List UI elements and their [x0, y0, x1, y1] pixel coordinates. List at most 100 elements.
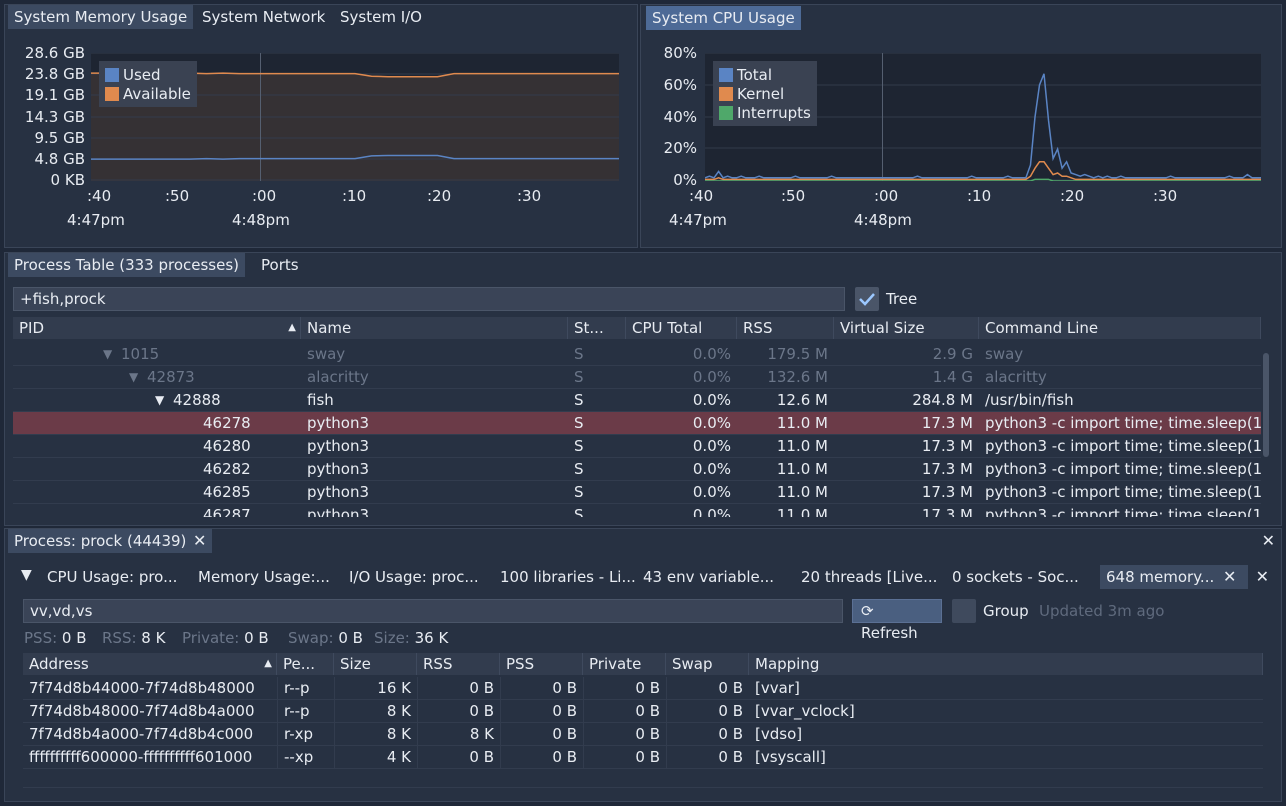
col-size[interactable]: Size	[334, 653, 417, 675]
subtab-item[interactable]: 0 sockets - Soc...	[952, 565, 1079, 589]
subtab-item[interactable]: Memory Usage:...	[198, 565, 330, 589]
subtab-bar: ▼ CPU Usage: pro... Memory Usage:... I/O U…	[13, 565, 1277, 589]
cell-pid: 46287	[13, 504, 301, 517]
memory-map-filter-input[interactable]: vv,vd,vs	[23, 599, 843, 623]
cell-swap: 0 B	[666, 700, 749, 722]
cell-mapping: [vsyscall]	[755, 748, 826, 766]
table-row[interactable]: ▼ 42888 fish S 0.0% 12.6 M 284.8 M/usr/bin/fis…	[13, 389, 1261, 412]
subtab-item[interactable]: 100 libraries - Li...	[500, 565, 636, 589]
col-address-label: Address	[29, 655, 89, 673]
col-mapping[interactable]: Mapping	[749, 653, 1263, 675]
tree-collapse-icon[interactable]: ▼	[103, 343, 112, 365]
col-name[interactable]: Name	[301, 317, 568, 339]
tree-checkbox[interactable]	[855, 287, 879, 311]
cpu-x-sub: 4:48pm	[854, 211, 912, 229]
close-panel-icon[interactable]: ✕	[1262, 531, 1275, 550]
cell-vsize: 17.3 M	[921, 414, 973, 432]
cell-vsize: 2.9 G	[932, 345, 973, 363]
updated-label: Updated 3m ago	[1039, 602, 1165, 620]
summary-value: 8 K	[141, 629, 166, 647]
cell-rss: 132.6 M	[767, 368, 828, 386]
col-virtual-size[interactable]: Virtual Size	[834, 317, 979, 339]
table-row[interactable]: 46282 python3 S 0.0% 11.0 M 17.3 M python3 -c …	[13, 458, 1261, 481]
process-filter-input[interactable]: +fish,prock	[13, 287, 845, 311]
legend-available: Available	[123, 84, 191, 103]
memory-x-tick: :40	[87, 187, 112, 205]
cell-perm: r--p	[277, 677, 334, 699]
cell-rss: 11.0 M	[776, 506, 828, 517]
col-swap[interactable]: Swap	[666, 653, 749, 675]
cell-mapping: [vvar_vclock]	[755, 702, 855, 720]
group-label: Group	[983, 602, 1029, 620]
table-row[interactable]: 46280 python3 S 0.0% 11.0 M 17.3 M python3 -c …	[13, 435, 1261, 458]
memory-y-tick: 28.6 GB	[24, 44, 85, 62]
table-row[interactable]: ffffffffff600000-ffffffffff601000 --xp 4 K…	[23, 746, 1263, 769]
cell-pid: 46282	[13, 458, 301, 480]
tree-collapse-icon[interactable]: ▼	[129, 366, 138, 388]
tab-ports[interactable]: Ports	[255, 253, 305, 277]
cell-name: fish	[307, 391, 334, 409]
close-active-subtab-icon[interactable]: ✕	[1223, 567, 1236, 586]
subtab-item[interactable]: 43 env variable...	[643, 565, 774, 589]
close-tab-icon[interactable]: ✕	[193, 529, 206, 553]
subtab-item[interactable]: CPU Usage: pro...	[47, 565, 177, 589]
col-rss[interactable]: RSS	[737, 317, 834, 339]
col-private[interactable]: Private	[583, 653, 666, 675]
process-table-header: PID ▲ Name St... CPU Total RSS Virtual Si…	[13, 317, 1261, 339]
cell-rss: 0 B	[417, 677, 500, 699]
memory-y-tick: 9.5 GB	[34, 129, 85, 147]
cell-perm: r--p	[277, 700, 334, 722]
cell-state: S	[574, 368, 584, 386]
table-row[interactable]: 7f74d8b48000-7f74d8b4a000 r--p 8 K0 B0 B0 …	[23, 700, 1263, 723]
summary-value: 0 B	[338, 629, 363, 647]
sort-up-icon: ▲	[288, 322, 296, 333]
cell-swap: 0 B	[666, 746, 749, 768]
summary-key: RSS:	[102, 629, 142, 647]
cell-command: sway	[985, 345, 1024, 363]
table-row[interactable]: ▼ 42873 alacritty S 0.0% 132.6 M 1.4 G alacritt…	[13, 366, 1261, 389]
table-row[interactable]: 7f74d8b4a000-7f74d8b4c000 r-xp 8 K8 K0 B0 …	[23, 723, 1263, 746]
cell-name: python3	[307, 460, 370, 478]
col-cpu-total[interactable]: CPU Total	[626, 317, 737, 339]
table-row[interactable]: 46278 python3 S 0.0% 11.0 M 17.3 M python3 -c …	[13, 412, 1261, 435]
tab-process-prock[interactable]: Process: prock (44439) ✕	[8, 529, 213, 553]
cell-vsize: 284.8 M	[912, 391, 973, 409]
tab-process-table[interactable]: Process Table (333 processes)	[8, 253, 246, 277]
subtab-item[interactable]: 20 threads [Live...	[801, 565, 937, 589]
summary-key: Private:	[182, 629, 245, 647]
cell-pss: 0 B	[500, 723, 583, 745]
subtab-item[interactable]: I/O Usage: proc...	[349, 565, 479, 589]
col-command-line[interactable]: Command Line	[979, 317, 1261, 339]
legend-interrupts: Interrupts	[737, 103, 811, 122]
tab-system-cpu[interactable]: System CPU Usage	[646, 6, 801, 30]
cell-mapping: [vvar]	[755, 679, 800, 697]
refresh-button[interactable]: ⟳ Refresh	[852, 599, 942, 642]
table-row[interactable]: 46285 python3 S 0.0% 11.0 M 17.3 M python3 -c …	[13, 481, 1261, 504]
legend-interrupts-swatch	[719, 105, 733, 120]
tab-system-memory[interactable]: System Memory Usage	[8, 5, 194, 29]
table-row[interactable]: 7f74d8b44000-7f74d8b48000 r--p 16 K0 B0 B0…	[23, 677, 1263, 700]
cell-cpu: 0.0%	[692, 506, 731, 517]
cell-rss: 8 K	[417, 723, 500, 745]
close-subtab-icon[interactable]: ✕	[1256, 567, 1269, 586]
col-pid[interactable]: PID ▲	[13, 317, 301, 339]
sort-up-icon: ▲	[264, 658, 272, 669]
cell-name: python3	[307, 483, 370, 501]
summary-item: RSS: 8 K	[102, 629, 165, 647]
table-row[interactable]: ▼ 1015 sway S 0.0% 179.5 M 2.9 G sway	[13, 343, 1261, 366]
table-row[interactable]: 46287 python3 S 0.0% 11.0 M 17.3 M python3 -c …	[13, 504, 1261, 517]
col-perm[interactable]: Pe...	[277, 653, 334, 675]
tab-system-network[interactable]: System Network	[196, 5, 331, 29]
col-rss-map[interactable]: RSS	[417, 653, 500, 675]
col-state[interactable]: St...	[568, 317, 626, 339]
tab-system-io[interactable]: System I/O	[334, 5, 428, 29]
cell-pss: 0 B	[500, 677, 583, 699]
col-address[interactable]: Address ▲	[23, 653, 277, 675]
col-pss[interactable]: PSS	[500, 653, 583, 675]
chevron-down-icon[interactable]: ▼	[21, 567, 32, 583]
cell-address: 7f74d8b44000-7f74d8b48000	[29, 679, 255, 697]
cell-size: 8 K	[334, 723, 417, 745]
group-checkbox[interactable]	[952, 599, 976, 623]
process-table-scrollbar[interactable]	[1263, 353, 1269, 457]
tree-collapse-icon[interactable]: ▼	[155, 389, 164, 411]
